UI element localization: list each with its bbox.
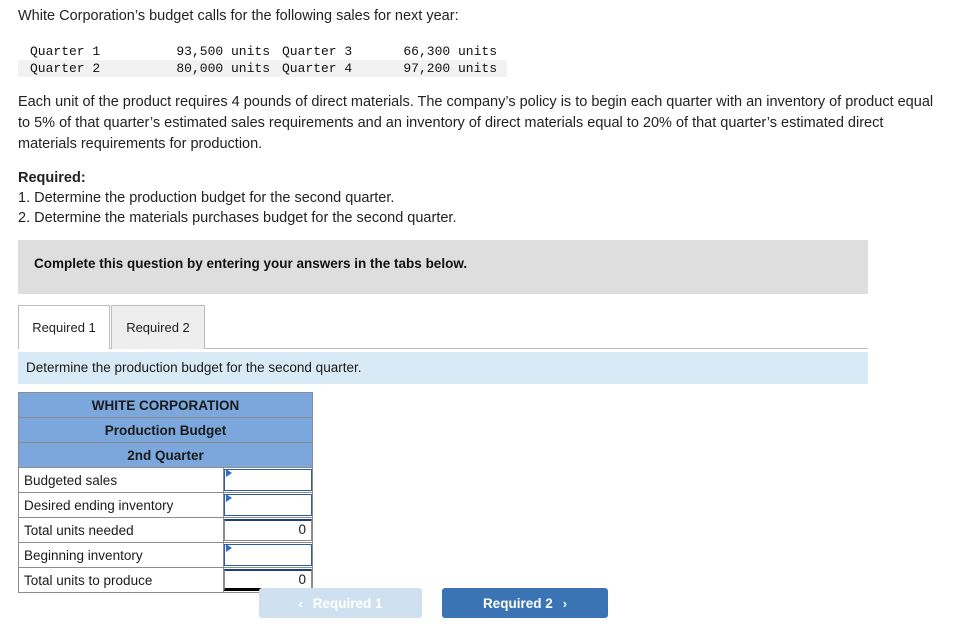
quarter-value: 97,200 units xyxy=(403,61,497,76)
quarter-value: 93,500 units xyxy=(176,44,270,59)
prev-required-1-button[interactable]: ‹ Required 1 xyxy=(259,588,422,618)
row-label-total-units-needed: Total units needed xyxy=(18,517,224,543)
quarter-label: Quarter 1 xyxy=(30,44,101,59)
row-label-total-units-to-produce: Total units to produce xyxy=(18,567,224,593)
tab-required-1[interactable]: Required 1 xyxy=(18,305,110,349)
quarter-value: 66,300 units xyxy=(403,44,497,59)
table-header-row: WHITE CORPORATION xyxy=(18,392,313,418)
next-button-label: Required 2 xyxy=(482,595,553,611)
quarter-label: Quarter 3 xyxy=(282,44,353,59)
row-label-budgeted-sales: Budgeted sales xyxy=(18,467,224,493)
table-title-budget: Production Budget xyxy=(18,417,313,443)
table-header-row: 2nd Quarter xyxy=(18,442,313,468)
table-title-company: WHITE CORPORATION xyxy=(18,392,313,418)
table-row: Quarter 2 80,000 units Quarter 4 97,200 … xyxy=(18,60,507,77)
tab-label: Required 1 xyxy=(32,320,96,335)
beginning-inventory-input[interactable] xyxy=(224,544,312,566)
table-row: Budgeted sales xyxy=(18,467,313,493)
table-row: Total units needed 0 xyxy=(18,517,313,543)
complete-question-banner: Complete this question by entering your … xyxy=(18,240,868,294)
required-item-2: 2. Determine the materials purchases bud… xyxy=(18,210,457,226)
quarter-label: Quarter 4 xyxy=(282,61,353,76)
desired-ending-inventory-input[interactable] xyxy=(224,494,312,516)
row-value-beginning-inventory xyxy=(223,542,313,568)
table-row: Desired ending inventory xyxy=(18,492,313,518)
table-row: Beginning inventory xyxy=(18,542,313,568)
active-tab-notch xyxy=(19,348,109,349)
row-label-beginning-inventory: Beginning inventory xyxy=(18,542,224,568)
tab-label: Required 2 xyxy=(126,320,190,335)
budgeted-sales-input[interactable] xyxy=(224,469,312,491)
total-units-needed-value: 0 xyxy=(224,519,312,541)
row-value-desired-ending-inventory xyxy=(223,492,313,518)
problem-paragraph: Each unit of the product requires 4 poun… xyxy=(18,94,934,152)
table-row: Quarter 1 93,500 units Quarter 3 66,300 … xyxy=(18,43,507,60)
table-header-row: Production Budget xyxy=(18,417,313,443)
quarter-value: 80,000 units xyxy=(176,61,270,76)
quarter-label: Quarter 2 xyxy=(30,61,101,76)
chevron-right-icon: › xyxy=(562,595,568,611)
banner-text: Complete this question by entering your … xyxy=(34,256,468,271)
required-section: Required: 1. Determine the production bu… xyxy=(18,168,718,228)
row-value-total-units-needed: 0 xyxy=(223,517,313,543)
table-title-period: 2nd Quarter xyxy=(18,442,313,468)
row-value-budgeted-sales xyxy=(223,467,313,493)
required-heading: Required: xyxy=(18,170,86,186)
next-required-2-button[interactable]: Required 2 › xyxy=(442,588,608,618)
production-budget-table: WHITE CORPORATION Production Budget 2nd … xyxy=(18,392,313,593)
required-item-1: 1. Determine the production budget for t… xyxy=(18,190,395,206)
quarterly-sales-table: Quarter 1 93,500 units Quarter 3 66,300 … xyxy=(18,43,507,77)
row-label-desired-ending-inventory: Desired ending inventory xyxy=(18,492,224,518)
prev-button-label: Required 1 xyxy=(312,595,383,611)
instruction-strip: Determine the production budget for the … xyxy=(18,352,868,384)
chevron-left-icon: ‹ xyxy=(298,595,303,611)
tab-required-2[interactable]: Required 2 xyxy=(111,305,205,349)
instruction-text: Determine the production budget for the … xyxy=(26,360,362,375)
intro-text: White Corporation’s budget calls for the… xyxy=(18,8,459,24)
